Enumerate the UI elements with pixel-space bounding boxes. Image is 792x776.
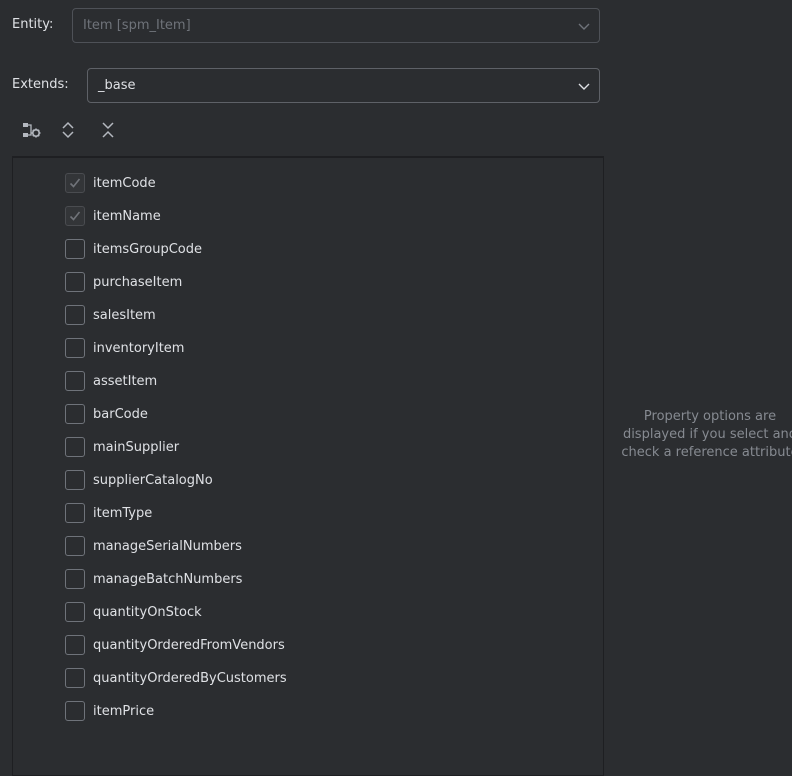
attribute-row[interactable]: itemPrice bbox=[65, 700, 154, 722]
attribute-row[interactable]: itemName bbox=[65, 205, 161, 227]
attribute-label: manageSerialNumbers bbox=[93, 538, 242, 554]
attribute-row[interactable]: barCode bbox=[65, 403, 148, 425]
hint-line-1: Property options are bbox=[643, 409, 777, 424]
hint-line-3: check a reference attribute bbox=[621, 445, 792, 460]
attribute-row[interactable]: quantityOnStock bbox=[65, 601, 202, 623]
checkbox-manageSerialNumbers[interactable] bbox=[65, 536, 85, 556]
entity-label: Entity: bbox=[12, 17, 54, 32]
attribute-label: salesItem bbox=[93, 307, 156, 323]
attribute-label: itemsGroupCode bbox=[93, 241, 203, 257]
checkbox-itemType[interactable] bbox=[65, 503, 85, 523]
extends-value: _base bbox=[98, 78, 136, 93]
attribute-label: assetItem bbox=[93, 373, 158, 389]
attribute-row[interactable]: salesItem bbox=[65, 304, 156, 326]
expand-all-button[interactable] bbox=[55, 119, 81, 145]
checkbox-itemPrice[interactable] bbox=[65, 701, 85, 721]
attribute-row[interactable]: quantityOrderedFromVendors bbox=[65, 634, 285, 656]
attribute-row[interactable]: itemsGroupCode bbox=[65, 238, 202, 260]
attribute-label: manageBatchNumbers bbox=[93, 571, 243, 587]
property-options-hint: Property options are displayed if you se… bbox=[612, 408, 792, 462]
checkbox-quantityOrderedByCustomers[interactable] bbox=[65, 668, 85, 688]
hint-line-2: displayed if you select and bbox=[622, 427, 792, 442]
attribute-row[interactable]: supplierCatalogNo bbox=[65, 469, 213, 491]
attribute-row[interactable]: assetItem bbox=[65, 370, 157, 392]
chevron-down-icon[interactable] bbox=[569, 69, 599, 102]
entity-combobox: Item [spm_Item] bbox=[72, 8, 600, 43]
checkbox-assetItem[interactable] bbox=[65, 371, 85, 391]
entity-value: Item [spm_Item] bbox=[83, 18, 191, 33]
hierarchy-settings-icon bbox=[21, 119, 43, 145]
checkbox-purchaseItem[interactable] bbox=[65, 272, 85, 292]
checkbox-itemCode bbox=[65, 173, 85, 193]
checkbox-itemName bbox=[65, 206, 85, 226]
extends-combobox[interactable]: _base bbox=[87, 68, 600, 103]
checkbox-manageBatchNumbers[interactable] bbox=[65, 569, 85, 589]
checkbox-barCode[interactable] bbox=[65, 404, 85, 424]
attribute-label: supplierCatalogNo bbox=[93, 472, 213, 488]
attribute-row[interactable]: inventoryItem bbox=[65, 337, 184, 359]
attribute-label: barCode bbox=[93, 406, 148, 422]
expand-all-icon bbox=[60, 120, 76, 144]
checkbox-quantityOrderedFromVendors[interactable] bbox=[65, 635, 85, 655]
attribute-label: itemType bbox=[93, 505, 153, 521]
checkbox-mainSupplier[interactable] bbox=[65, 437, 85, 457]
attributes-tree[interactable]: itemCode itemName itemsGroupCode purchas… bbox=[12, 156, 604, 776]
attribute-label: purchaseItem bbox=[93, 274, 183, 290]
checkbox-quantityOnStock[interactable] bbox=[65, 602, 85, 622]
attribute-label: itemCode bbox=[93, 175, 156, 191]
attribute-label: quantityOrderedFromVendors bbox=[93, 637, 285, 653]
checkbox-itemsGroupCode[interactable] bbox=[65, 239, 85, 259]
attribute-label: quantityOrderedByCustomers bbox=[93, 670, 287, 686]
collapse-all-icon bbox=[100, 120, 116, 144]
chevron-down-icon bbox=[569, 9, 599, 42]
attribute-row[interactable]: itemCode bbox=[65, 172, 156, 194]
collapse-all-button[interactable] bbox=[95, 119, 121, 145]
extends-label: Extends: bbox=[12, 77, 69, 92]
attribute-row[interactable]: quantityOrderedByCustomers bbox=[65, 667, 287, 689]
attribute-row[interactable]: mainSupplier bbox=[65, 436, 179, 458]
attribute-label: inventoryItem bbox=[93, 340, 185, 356]
attribute-label: mainSupplier bbox=[93, 439, 180, 455]
attribute-row[interactable]: itemType bbox=[65, 502, 152, 524]
checkbox-inventoryItem[interactable] bbox=[65, 338, 85, 358]
attribute-row[interactable]: manageSerialNumbers bbox=[65, 535, 242, 557]
checkbox-supplierCatalogNo[interactable] bbox=[65, 470, 85, 490]
attribute-row[interactable]: purchaseItem bbox=[65, 271, 182, 293]
attribute-label: quantityOnStock bbox=[93, 604, 202, 620]
attribute-label: itemPrice bbox=[93, 703, 155, 719]
attribute-label: itemName bbox=[93, 208, 161, 224]
attribute-row[interactable]: manageBatchNumbers bbox=[65, 568, 242, 590]
checkbox-salesItem[interactable] bbox=[65, 305, 85, 325]
hierarchy-settings-button[interactable] bbox=[19, 119, 45, 145]
